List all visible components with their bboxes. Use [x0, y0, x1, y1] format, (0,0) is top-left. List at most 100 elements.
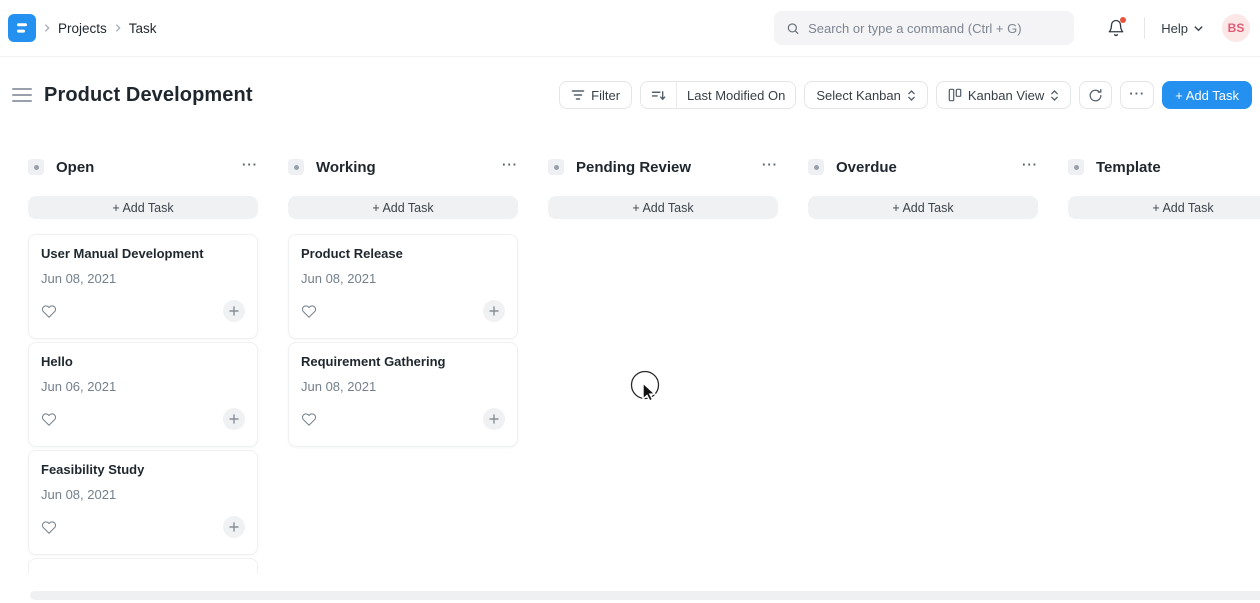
- column-cards: Product Release Jun 08, 2021 Requirement…: [288, 234, 518, 447]
- column-indicator-badge: [28, 159, 44, 175]
- breadcrumb-task[interactable]: Task: [129, 21, 157, 36]
- page-title: Product Development: [44, 84, 253, 107]
- column-title: Open: [56, 159, 94, 176]
- column-title: Working: [316, 159, 376, 176]
- ellipsis-icon: ···: [1129, 86, 1145, 101]
- select-chevrons-icon: [1050, 89, 1059, 102]
- column-add-task-button[interactable]: + Add Task: [808, 196, 1038, 219]
- column-menu-icon[interactable]: ···: [502, 157, 518, 172]
- notification-badge: [1120, 17, 1126, 23]
- sidebar-toggle-icon[interactable]: [8, 81, 36, 109]
- kanban-column: Overdue ··· + Add Task: [808, 155, 1038, 595]
- task-card-footer: [301, 300, 505, 322]
- task-card-footer: [41, 516, 245, 538]
- column-header: Open ···: [28, 155, 258, 179]
- assign-plus-button[interactable]: [483, 300, 505, 322]
- help-label: Help: [1161, 21, 1188, 36]
- task-card-date: Jun 08, 2021: [301, 271, 505, 286]
- search-icon: [786, 21, 800, 36]
- column-indicator-badge: [548, 159, 564, 175]
- status-dot-icon: [1074, 165, 1079, 170]
- breadcrumb-chevron-icon: [113, 23, 123, 33]
- task-card-date: Jun 08, 2021: [41, 487, 245, 502]
- toolbar: Filter Last Modified On Select Kanban Ka…: [559, 81, 1252, 109]
- column-header: Pending Review ···: [548, 155, 778, 179]
- filter-icon: [571, 89, 585, 101]
- column-header: Overdue ···: [808, 155, 1038, 179]
- kanban-board: Open ··· + Add Task User Manual Developm…: [0, 155, 1260, 595]
- like-heart-icon[interactable]: [301, 304, 317, 319]
- task-card[interactable]: Hello Jun 06, 2021: [28, 342, 258, 447]
- filter-label: Filter: [591, 88, 620, 103]
- like-heart-icon[interactable]: [41, 520, 57, 535]
- like-heart-icon[interactable]: [41, 304, 57, 319]
- refresh-icon: [1088, 88, 1103, 103]
- kanban-select-dropdown[interactable]: Select Kanban: [804, 81, 928, 109]
- column-header: Template ···: [1068, 155, 1260, 179]
- sort-direction-button[interactable]: [641, 82, 676, 108]
- select-chevrons-icon: [907, 89, 916, 102]
- status-dot-icon: [34, 165, 39, 170]
- task-card-date: Jun 08, 2021: [301, 379, 505, 394]
- task-card-title: Hello: [41, 354, 245, 369]
- task-card[interactable]: Requirement Gathering Jun 08, 2021: [288, 342, 518, 447]
- kanban-column: Pending Review ··· + Add Task: [548, 155, 778, 595]
- column-menu-icon[interactable]: ···: [242, 157, 258, 172]
- add-task-button[interactable]: + Add Task: [1162, 81, 1252, 109]
- like-heart-icon[interactable]: [301, 412, 317, 427]
- navbar-divider: [1144, 17, 1145, 39]
- column-menu-icon[interactable]: ···: [1022, 157, 1038, 172]
- assign-plus-button[interactable]: [223, 300, 245, 322]
- kanban-view-icon: [948, 88, 962, 102]
- column-header: Working ···: [288, 155, 518, 179]
- task-card-footer: [41, 408, 245, 430]
- task-card-title: User Manual Development: [41, 246, 245, 261]
- column-menu-icon[interactable]: ···: [762, 157, 778, 172]
- sort-field-button[interactable]: Last Modified On: [676, 82, 795, 108]
- column-add-task-button[interactable]: + Add Task: [28, 196, 258, 219]
- column-add-task-button[interactable]: + Add Task: [548, 196, 778, 219]
- assign-plus-button[interactable]: [483, 408, 505, 430]
- chevron-down-icon: [1193, 23, 1204, 34]
- task-card-date: Jun 06, 2021: [41, 379, 245, 394]
- task-card[interactable]: User Manual Development Jun 08, 2021: [28, 234, 258, 339]
- status-dot-icon: [294, 165, 299, 170]
- status-dot-icon: [554, 165, 559, 170]
- like-heart-icon[interactable]: [41, 412, 57, 427]
- task-card-date: Jun 08, 2021: [41, 271, 245, 286]
- breadcrumb-projects[interactable]: Projects: [58, 21, 107, 36]
- column-add-task-button[interactable]: + Add Task: [288, 196, 518, 219]
- task-card-footer: [41, 300, 245, 322]
- app-logo-icon[interactable]: [8, 14, 36, 42]
- task-card-partial[interactable]: [28, 558, 258, 574]
- column-add-task-button[interactable]: + Add Task: [1068, 196, 1260, 219]
- view-switcher-dropdown[interactable]: Kanban View: [936, 81, 1071, 109]
- column-title: Template: [1096, 159, 1161, 176]
- user-avatar[interactable]: BS: [1222, 14, 1250, 42]
- global-search[interactable]: [774, 11, 1074, 45]
- column-title: Pending Review: [576, 159, 691, 176]
- navbar: Projects Task Help BS: [0, 0, 1260, 57]
- search-input[interactable]: [808, 21, 1062, 36]
- logo-e-glyph: [14, 20, 30, 36]
- horizontal-scrollbar[interactable]: [30, 591, 1260, 600]
- column-cards: User Manual Development Jun 08, 2021 Hel…: [28, 234, 258, 574]
- kanban-column: Open ··· + Add Task User Manual Developm…: [28, 155, 258, 595]
- sort-button-group: Last Modified On: [640, 81, 796, 109]
- kanban-column: Working ··· + Add Task Product Release J…: [288, 155, 518, 595]
- assign-plus-button[interactable]: [223, 516, 245, 538]
- column-title: Overdue: [836, 159, 897, 176]
- task-card-footer: [301, 408, 505, 430]
- sort-icon: [651, 89, 666, 102]
- task-card[interactable]: Feasibility Study Jun 08, 2021: [28, 450, 258, 555]
- task-card[interactable]: Product Release Jun 08, 2021: [288, 234, 518, 339]
- filter-button[interactable]: Filter: [559, 81, 632, 109]
- page-header: Product Development Filter Last Modified…: [0, 80, 1260, 110]
- notifications-bell-icon[interactable]: [1104, 16, 1128, 40]
- assign-plus-button[interactable]: [223, 408, 245, 430]
- column-indicator-badge: [808, 159, 824, 175]
- help-menu[interactable]: Help: [1161, 21, 1204, 36]
- task-card-title: Product Release: [301, 246, 505, 261]
- refresh-button[interactable]: [1079, 81, 1112, 109]
- page-menu-button[interactable]: ···: [1120, 81, 1154, 109]
